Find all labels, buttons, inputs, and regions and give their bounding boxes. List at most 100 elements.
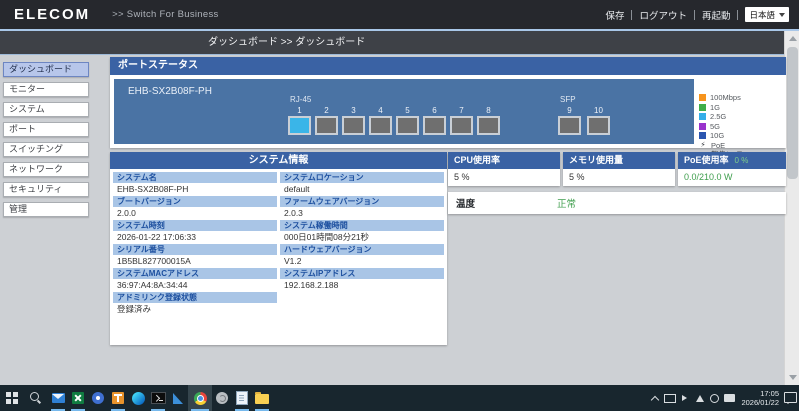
port-group-rj45: RJ-45 1 2 3 4 5 6 7 8 [288,95,500,135]
port-5[interactable]: 5 [396,106,419,135]
port-7[interactable]: 7 [450,106,473,135]
legend-label: 1G [710,103,720,112]
screen: ELECOM >> Switch For Business 保存 ログアウト 再… [0,0,799,411]
reboot-button[interactable]: 再起動 [702,8,731,22]
port-1[interactable]: 1 [288,106,311,135]
port-row: 9 10 [558,106,610,135]
sidebar-item-label: 管理 [9,204,27,214]
port-status-square [423,116,446,135]
tray-network-button[interactable] [693,385,706,411]
port-group-label: RJ-45 [290,95,500,104]
sidebar-nav: ダッシュボード モニター システム ポート スイッチング ネットワーク セキュリ… [3,62,89,222]
elecom-logo: ELECOM [14,6,90,23]
logout-button[interactable]: ログアウト [639,8,687,22]
port-status-square [450,116,473,135]
legend-swatch-10g [699,132,706,139]
legend-label: 100Mbps [710,93,741,102]
memory-usage-label: メモリ使用量 [569,152,623,169]
legend-item: 1G [699,103,785,112]
system-tray: 17:05 2026/01/22 [648,385,797,411]
field-value: 2.0.0 [113,207,277,220]
sidebar-item-label: ネットワーク [9,164,63,174]
search-icon [30,392,39,401]
poe-usage-label: PoE使用率 [684,152,729,169]
legend-swatch-2-5g [699,113,706,120]
field-label: システム名 [113,172,277,183]
field-value: 2.0.3 [280,207,444,220]
field-label: ブートバージョン [113,196,277,207]
scroll-up-icon[interactable] [789,36,797,41]
start-button[interactable] [0,385,24,411]
sidebar-item-switching[interactable]: スイッチング [3,142,89,157]
save-button[interactable]: 保存 [605,8,624,22]
sidebar-item-label: スイッチング [9,144,63,154]
field-label: システム時刻 [113,220,277,231]
gear-icon [710,394,719,403]
chrome-icon [194,392,207,405]
poe-usage-percent: 0 % [735,152,749,169]
cpu-usage-title: CPU使用率 [448,152,560,169]
legend-item: 100Mbps [699,93,785,102]
legend-swatch-5g [699,123,706,130]
port-6[interactable]: 6 [423,106,446,135]
port-4[interactable]: 4 [369,106,392,135]
language-select[interactable]: 日本語 [745,7,789,22]
memory-usage-title: メモリ使用量 [563,152,675,169]
sidebar-item-system[interactable]: システム [3,102,89,117]
system-info-field: ブートバージョン2.0.0 [113,196,277,220]
taskbar-chrome-button[interactable] [188,385,212,411]
sidebar-item-port[interactable]: ポート [3,122,89,137]
tray-ime-button[interactable] [723,385,736,411]
taskbar-app-button[interactable] [212,385,232,411]
port-2[interactable]: 2 [315,106,338,135]
system-info-field-adminlink: アドミリンク登録状態登録済み [113,292,277,316]
taskbar-terminal-button[interactable] [148,385,168,411]
taskbar-edge-button[interactable] [128,385,148,411]
system-info-field: システムIPアドレス192.168.2.188 [280,268,444,292]
memory-usage-value: 5 % [563,169,675,186]
taskbar-winscp-button[interactable] [168,385,188,411]
header-actions: 保存 ログアウト 再起動 日本語 [605,0,789,29]
taskbar-clock[interactable]: 17:05 2026/01/22 [741,389,779,407]
sidebar-item-monitor[interactable]: モニター [3,82,89,97]
port-8[interactable]: 8 [477,106,500,135]
sidebar-item-admin[interactable]: 管理 [3,202,89,217]
tray-volume-button[interactable] [678,385,691,411]
sidebar-item-network[interactable]: ネットワーク [3,162,89,177]
sidebar-item-dashboard[interactable]: ダッシュボード [3,62,89,77]
taskbar-explorer-button[interactable] [252,385,272,411]
taskbar-search-button[interactable] [24,385,48,411]
divider [737,10,738,20]
network-icon [696,395,704,402]
clock-time: 17:05 [741,389,779,398]
port-group-label: SFP [560,95,610,104]
sidebar-item-security[interactable]: セキュリティ [3,182,89,197]
clock-date: 2026/01/22 [741,398,779,407]
taskbar-excel-button[interactable] [68,385,88,411]
action-center-button[interactable] [784,385,797,411]
field-label: システムロケーション [280,172,444,183]
taskbar-notepad-button[interactable] [232,385,252,411]
taskbar-teraterm-button[interactable] [108,385,128,411]
port-legend: 100Mbps 1G 2.5G 5G 10G ⚡PoE ▲警告/エラー [699,93,785,160]
legend-label: 10G [710,131,724,140]
port-3[interactable]: 3 [342,106,365,135]
scroll-down-icon[interactable] [789,375,797,380]
port-number: 7 [459,106,463,115]
field-value: 2026-01-22 17:06:33 [113,231,277,244]
tray-monitor-button[interactable] [663,385,676,411]
breadcrumb-bar: ダッシュボード >> ダッシュボード [0,31,784,55]
taskbar-mail-button[interactable] [48,385,68,411]
port-9[interactable]: 9 [558,106,581,135]
tray-settings-button[interactable] [708,385,721,411]
tray-expand-button[interactable] [648,385,661,411]
system-info-field: システムMACアドレス36:97:A4:8A:34:44 [113,268,277,292]
port-10[interactable]: 10 [587,106,610,135]
taskbar-teams-button[interactable] [88,385,108,411]
scrollbar-thumb[interactable] [787,47,798,179]
legend-label: 2.5G [710,112,726,121]
field-label: アドミリンク登録状態 [113,292,277,303]
page-scrollbar[interactable] [784,31,799,385]
divider [694,10,695,20]
field-value: 000日01時間08分21秒 [280,231,444,244]
